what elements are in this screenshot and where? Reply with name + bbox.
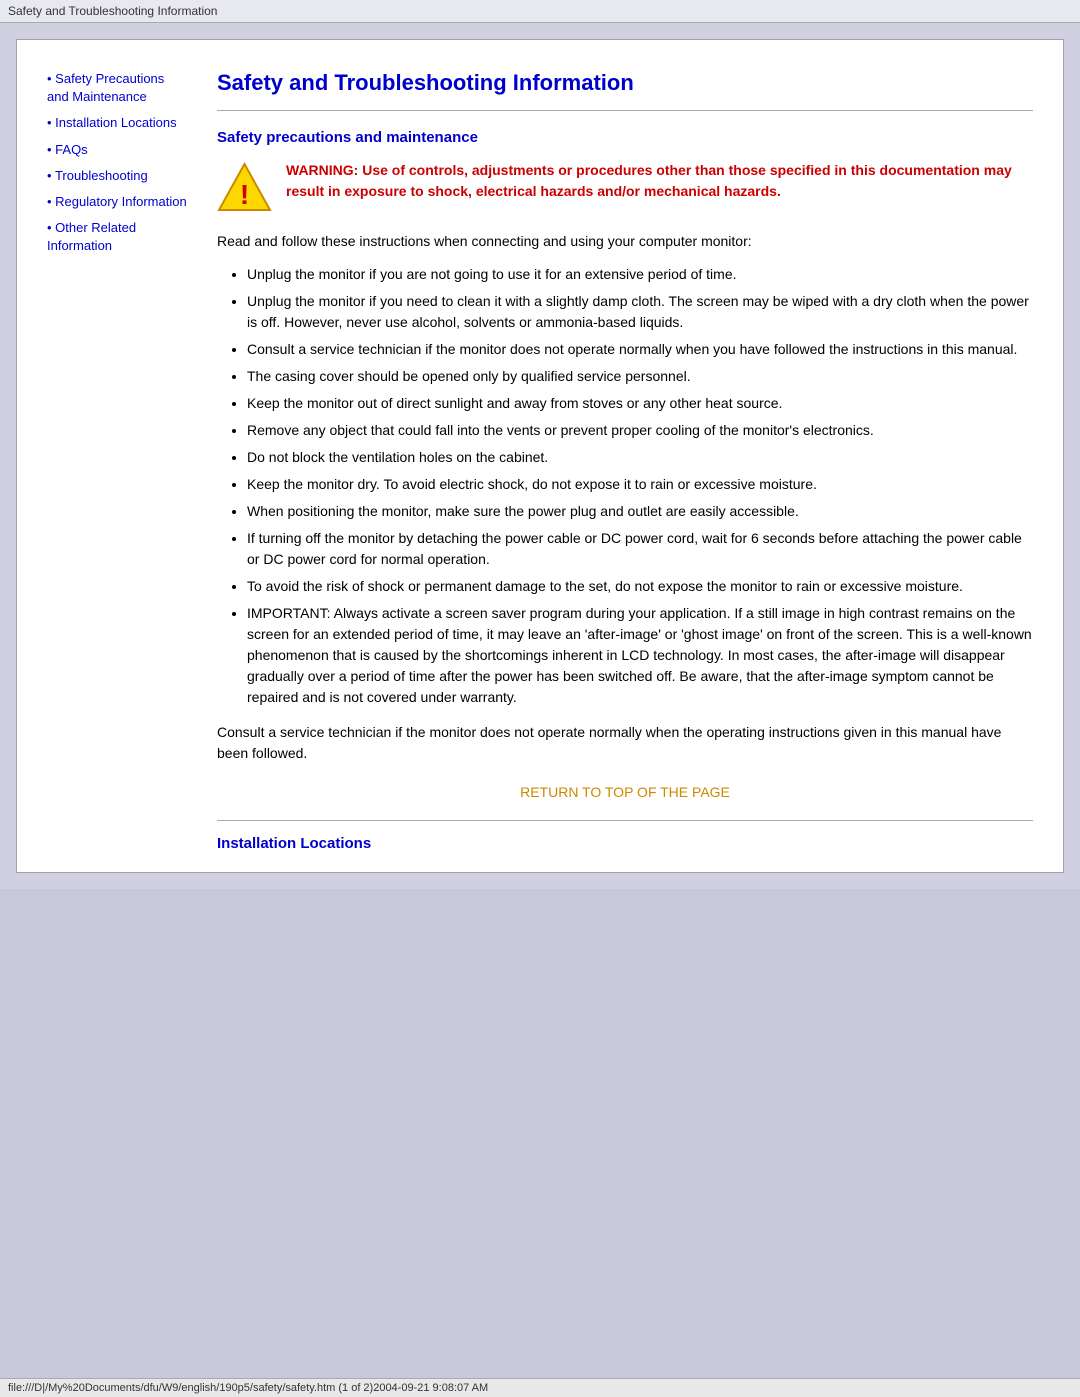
- list-item: To avoid the risk of shock or permanent …: [247, 576, 1033, 597]
- warning-box: ! WARNING: Use of controls, adjustments …: [217, 160, 1033, 215]
- status-bar-text: file:///D|/My%20Documents/dfu/W9/english…: [8, 1382, 488, 1394]
- bullet-list: Unplug the monitor if you are not going …: [247, 264, 1033, 708]
- list-item: Consult a service technician if the moni…: [247, 339, 1033, 360]
- section1-title: Safety precautions and maintenance: [217, 129, 1033, 146]
- warning-icon: !: [217, 160, 272, 215]
- list-item: IMPORTANT: Always activate a screen save…: [247, 603, 1033, 708]
- list-item: Keep the monitor dry. To avoid electric …: [247, 474, 1033, 495]
- list-item: Remove any object that could fall into t…: [247, 420, 1033, 441]
- list-item: If turning off the monitor by detaching …: [247, 528, 1033, 570]
- list-item: Keep the monitor out of direct sunlight …: [247, 393, 1033, 414]
- sidebar-item-troubleshooting[interactable]: • Troubleshooting: [47, 167, 187, 185]
- list-item: Unplug the monitor if you are not going …: [247, 264, 1033, 285]
- title-bar-text: Safety and Troubleshooting Information: [8, 4, 217, 18]
- sidebar: • Safety Precautions and Maintenance • I…: [47, 70, 207, 852]
- svg-text:!: !: [240, 179, 249, 210]
- list-item: Do not block the ventilation holes on th…: [247, 447, 1033, 468]
- warning-text: WARNING: Use of controls, adjustments or…: [286, 160, 1033, 202]
- sidebar-item-faqs[interactable]: • FAQs: [47, 141, 187, 159]
- main-content: Safety and Troubleshooting Information S…: [207, 70, 1033, 852]
- sidebar-item-regulatory[interactable]: • Regulatory Information: [47, 193, 187, 211]
- section2-title: Installation Locations: [217, 835, 1033, 852]
- list-item: The casing cover should be opened only b…: [247, 366, 1033, 387]
- browser-content: • Safety Precautions and Maintenance • I…: [0, 23, 1080, 889]
- list-item: Unplug the monitor if you need to clean …: [247, 291, 1033, 333]
- intro-text: Read and follow these instructions when …: [217, 231, 1033, 252]
- sidebar-item-installation[interactable]: • Installation Locations: [47, 114, 187, 132]
- bottom-divider: [217, 820, 1033, 821]
- outro-text: Consult a service technician if the moni…: [217, 722, 1033, 764]
- top-divider: [217, 110, 1033, 111]
- title-bar: Safety and Troubleshooting Information: [0, 0, 1080, 23]
- sidebar-item-other[interactable]: • Other Related Information: [47, 219, 187, 255]
- page-title: Safety and Troubleshooting Information: [217, 70, 1033, 96]
- return-to-top-link[interactable]: RETURN TO TOP OF THE PAGE: [217, 784, 1033, 800]
- sidebar-item-safety[interactable]: • Safety Precautions and Maintenance: [47, 70, 187, 106]
- page-container: • Safety Precautions and Maintenance • I…: [16, 39, 1064, 873]
- status-bar: file:///D|/My%20Documents/dfu/W9/english…: [0, 1378, 1080, 1397]
- list-item: When positioning the monitor, make sure …: [247, 501, 1033, 522]
